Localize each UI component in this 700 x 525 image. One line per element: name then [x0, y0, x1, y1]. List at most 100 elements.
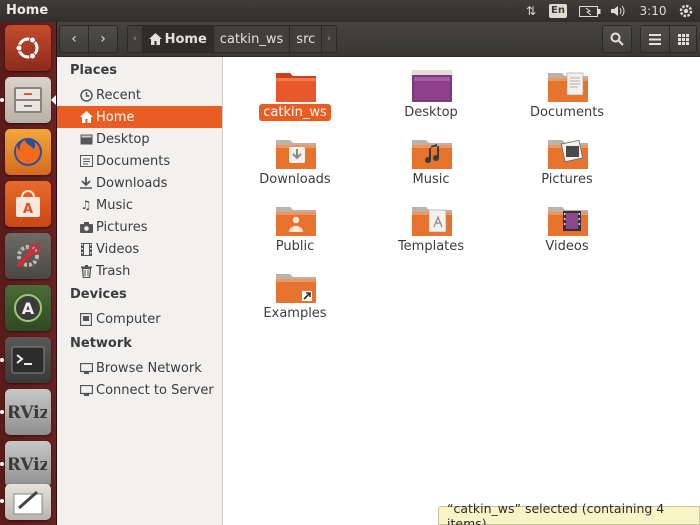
- sidebar-item-desktop[interactable]: Desktop: [57, 128, 222, 150]
- sidebar-item-downloads[interactable]: Downloads: [57, 172, 222, 194]
- sidebar-item-connect-to-server[interactable]: Connect to Server: [57, 379, 222, 401]
- wrench-gear-icon: [16, 243, 41, 268]
- view-mode-button[interactable]: [640, 25, 670, 53]
- file-item-desktop[interactable]: Desktop: [371, 57, 491, 120]
- launcher-item-terminal[interactable]: [0, 337, 51, 383]
- sidebar-heading-devices: Devices: [70, 287, 127, 302]
- launcher-item-text-editor[interactable]: [0, 484, 51, 520]
- launcher-item-system-settings[interactable]: [5, 233, 51, 279]
- file-label: Music: [412, 172, 450, 187]
- public-folder-icon: [276, 207, 316, 236]
- home-icon: [79, 110, 93, 124]
- downloads-folder-icon: [276, 140, 316, 169]
- sidebar-item-recent[interactable]: Recent: [57, 84, 222, 106]
- sidebar-item-home[interactable]: Home: [57, 106, 222, 128]
- network-icon[interactable]: ⇅: [522, 2, 540, 20]
- file-item-music[interactable]: Music: [371, 124, 491, 187]
- launcher-item-files[interactable]: [0, 77, 56, 123]
- search-button[interactable]: [602, 25, 632, 53]
- sidebar-item-label: Music: [96, 197, 133, 213]
- keyboard-layout-indicator[interactable]: En: [548, 2, 568, 20]
- chevron-left-icon: ‹: [71, 31, 77, 47]
- view-options-button[interactable]: [669, 25, 697, 53]
- sidebar-item-pictures[interactable]: Pictures: [57, 216, 222, 238]
- file-item-templates[interactable]: Templates: [371, 191, 491, 254]
- file-item-public[interactable]: Public: [235, 191, 355, 254]
- chevron-right-icon: ›: [100, 31, 106, 47]
- desktop-folder-icon: [412, 70, 452, 102]
- videos-folder-icon: [548, 207, 588, 236]
- film-icon: [79, 242, 93, 256]
- sidebar-item-videos[interactable]: Videos: [57, 238, 222, 260]
- sidebar-item-label: Browse Network: [96, 360, 202, 376]
- sidebar-item-trash[interactable]: Trash: [57, 260, 222, 282]
- file-label: catkin_ws: [259, 104, 331, 121]
- sidebar-heading-network: Network: [70, 336, 132, 351]
- updater-icon: A: [14, 294, 42, 322]
- file-item-examples[interactable]: Examples: [235, 258, 355, 321]
- forward-button[interactable]: ›: [88, 25, 118, 53]
- sidebar-item-browse-network[interactable]: Browse Network: [57, 357, 222, 379]
- launcher-item-software-updater[interactable]: A: [5, 285, 51, 331]
- status-bar: “catkin_ws” selected (containing 4 items…: [438, 501, 700, 525]
- clock-icon: [79, 88, 93, 102]
- launcher: A A RViz RViz: [0, 22, 57, 525]
- sidebar-item-label: Trash: [96, 263, 131, 279]
- volume-icon[interactable]: [609, 2, 627, 20]
- network-icon: [79, 361, 93, 375]
- sidebar-item-documents[interactable]: Documents: [57, 150, 222, 172]
- launcher-item-firefox[interactable]: [5, 129, 51, 175]
- file-label: Videos: [545, 239, 589, 254]
- launcher-item-software-center[interactable]: A: [5, 181, 51, 227]
- terminal-icon: [11, 346, 45, 374]
- file-item-pictures[interactable]: Pictures: [507, 124, 627, 187]
- rviz-icon: RViz: [9, 455, 47, 475]
- file-label: Pictures: [541, 172, 593, 187]
- grid-icon: [677, 33, 689, 45]
- breadcrumb-src[interactable]: src: [290, 26, 323, 52]
- camera-icon: [79, 220, 93, 234]
- svg-text:A: A: [22, 299, 35, 318]
- server-icon: [79, 383, 93, 397]
- sidebar-item-label: Desktop: [96, 131, 150, 147]
- file-label: Documents: [529, 105, 605, 120]
- file-label: Desktop: [404, 105, 458, 120]
- documents-folder-icon: [548, 72, 588, 102]
- gear-icon[interactable]: [676, 2, 696, 20]
- path-scroll-left[interactable]: ‹: [128, 26, 143, 52]
- sidebar-item-label: Connect to Server: [96, 382, 214, 398]
- launcher-item-rviz-2[interactable]: RViz: [0, 441, 51, 487]
- desktop-icon: [79, 132, 93, 146]
- path-scroll-right[interactable]: ›: [322, 26, 336, 52]
- top-panel: Home ⇅ En 3:10: [0, 0, 700, 22]
- firefox-icon: [14, 138, 42, 166]
- computer-icon: [79, 312, 93, 326]
- sidebar-item-label: Documents: [96, 153, 171, 169]
- sidebar-item-label: Recent: [96, 87, 141, 103]
- file-label: Templates: [397, 239, 465, 254]
- launcher-item-dash[interactable]: [5, 25, 51, 71]
- svg-text:A: A: [23, 202, 33, 217]
- battery-icon[interactable]: [578, 2, 602, 20]
- document-icon: [79, 154, 93, 168]
- file-item-videos[interactable]: Videos: [507, 191, 627, 254]
- file-label: Downloads: [259, 172, 331, 187]
- back-button[interactable]: ‹: [59, 25, 89, 53]
- launcher-item-rviz-1[interactable]: RViz: [0, 389, 51, 435]
- trash-icon: [79, 264, 93, 278]
- breadcrumb-home[interactable]: Home: [142, 26, 214, 52]
- file-view: catkin_ws Desktop Documents Downloads Mu…: [223, 57, 700, 525]
- clock[interactable]: 3:10: [636, 2, 670, 20]
- music-folder-icon: [412, 140, 452, 169]
- sidebar-item-music[interactable]: ♫ Music: [57, 194, 222, 216]
- file-item-documents[interactable]: Documents: [507, 57, 627, 120]
- search-icon: [610, 32, 624, 46]
- sidebar-item-label: Home: [96, 109, 135, 125]
- pictures-folder-icon: [548, 139, 588, 169]
- download-icon: [79, 176, 93, 190]
- file-item-catkin-ws[interactable]: catkin_ws: [235, 57, 355, 121]
- file-item-downloads[interactable]: Downloads: [235, 124, 355, 187]
- svg-text:RViz: RViz: [9, 455, 47, 475]
- sidebar-item-computer[interactable]: Computer: [57, 308, 222, 330]
- breadcrumb-catkin-ws[interactable]: catkin_ws: [214, 26, 291, 52]
